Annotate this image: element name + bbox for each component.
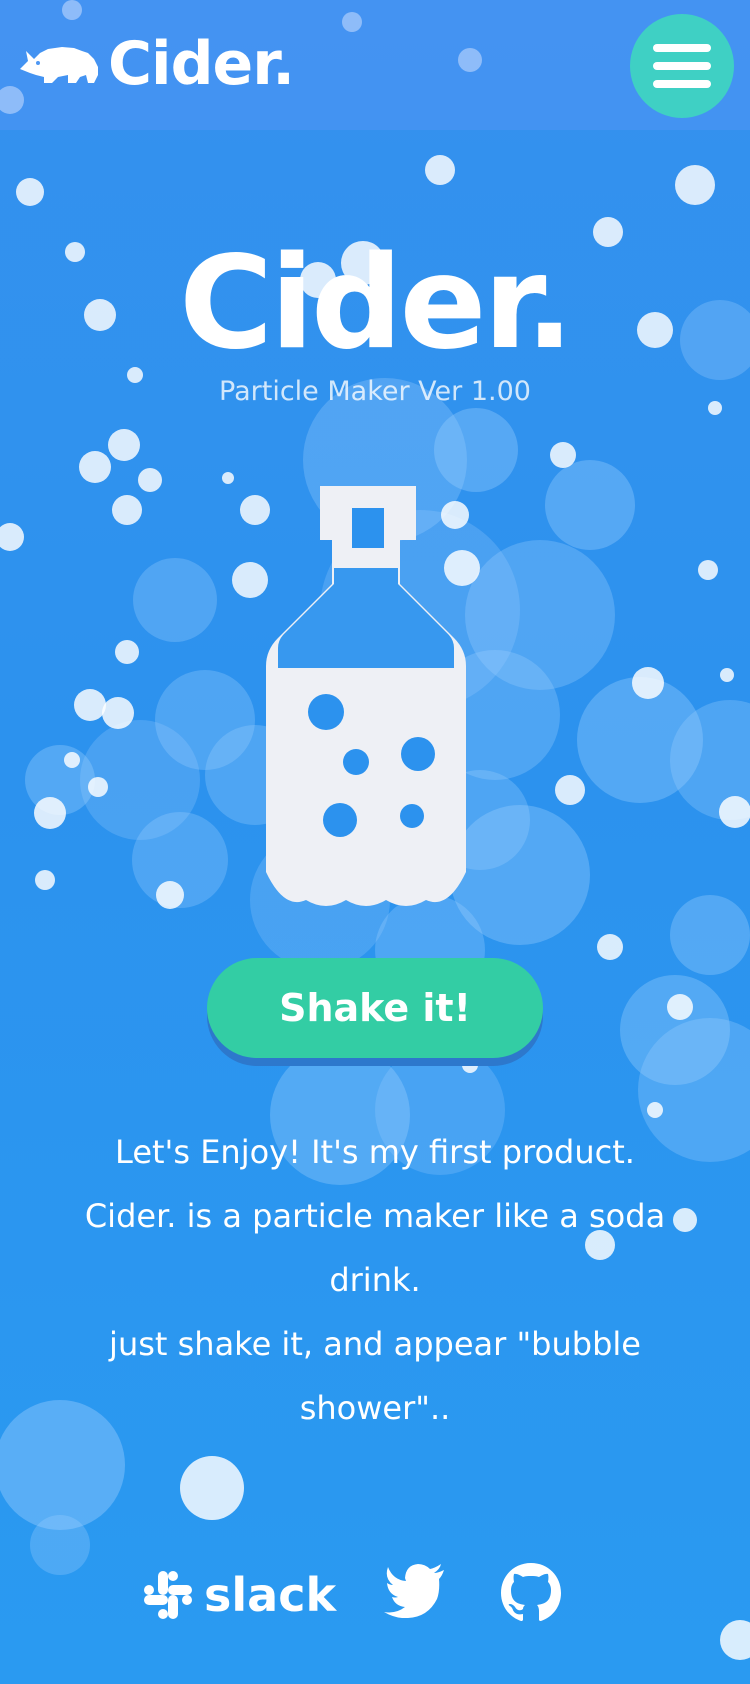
bubble [620,975,730,1085]
menu-button[interactable] [630,14,734,118]
bubble [0,523,24,551]
hamburger-menu-icon [653,80,711,88]
bubble [719,796,750,828]
bubble [597,934,623,960]
slack-link[interactable]: slack [142,1566,336,1624]
bubble [115,640,139,664]
description-text: Let's Enjoy! It's my first product. Cide… [55,1120,695,1440]
bubble [670,700,750,820]
social-links: slack [0,1560,750,1630]
logo-wordmark: Cider. [108,29,295,99]
slack-wordmark: slack [204,1568,337,1622]
description-line: just shake it, and appear "bubble shower… [109,1325,641,1427]
bubble [64,752,80,768]
bubble [698,560,718,580]
bubble [133,558,217,642]
bubble [79,451,111,483]
bubble [34,797,66,829]
shake-it-button[interactable]: Shake it! [207,958,543,1058]
rhino-logo-icon [20,47,98,83]
bubble [112,495,142,525]
bubble [667,994,693,1020]
bubble [132,812,228,908]
bubble [462,1057,478,1073]
top-navigation-bar: Cider. [0,0,750,130]
bubble [156,881,184,909]
twitter-icon[interactable] [384,1564,446,1618]
bubble [25,745,95,815]
bubble [425,155,455,185]
bubble [108,429,140,461]
bubble [675,165,715,205]
slack-icon [144,1571,192,1619]
bubble [138,468,162,492]
bubble [720,668,734,682]
bubble [16,178,44,206]
bubble [102,697,134,729]
bubble [88,777,108,797]
bubble [545,460,635,550]
bubble [180,1456,244,1520]
bubble [577,677,703,803]
hamburger-menu-icon [653,44,711,52]
description-line: Let's Enjoy! It's my first product. [115,1133,635,1171]
github-icon[interactable] [500,1562,562,1624]
hero-title: Cider. [179,229,574,378]
hamburger-menu-icon [653,62,711,70]
bubble [555,775,585,805]
site-logo[interactable]: Cider. [18,28,295,100]
bubble [550,442,576,468]
bubble [74,689,106,721]
bubble [647,1102,663,1118]
hero-subtitle: Particle Maker Ver 1.00 [219,376,531,407]
description-line: Cider. is a particle maker like a soda d… [84,1197,666,1299]
hero-section: Cider. Particle Maker Ver 1.00 [0,229,750,408]
bubble [155,670,255,770]
bubble [632,667,664,699]
bubble [35,870,55,890]
bubble [670,895,750,975]
soda-bottle-icon [266,486,466,906]
bubble [222,472,234,484]
bubble [80,720,200,840]
